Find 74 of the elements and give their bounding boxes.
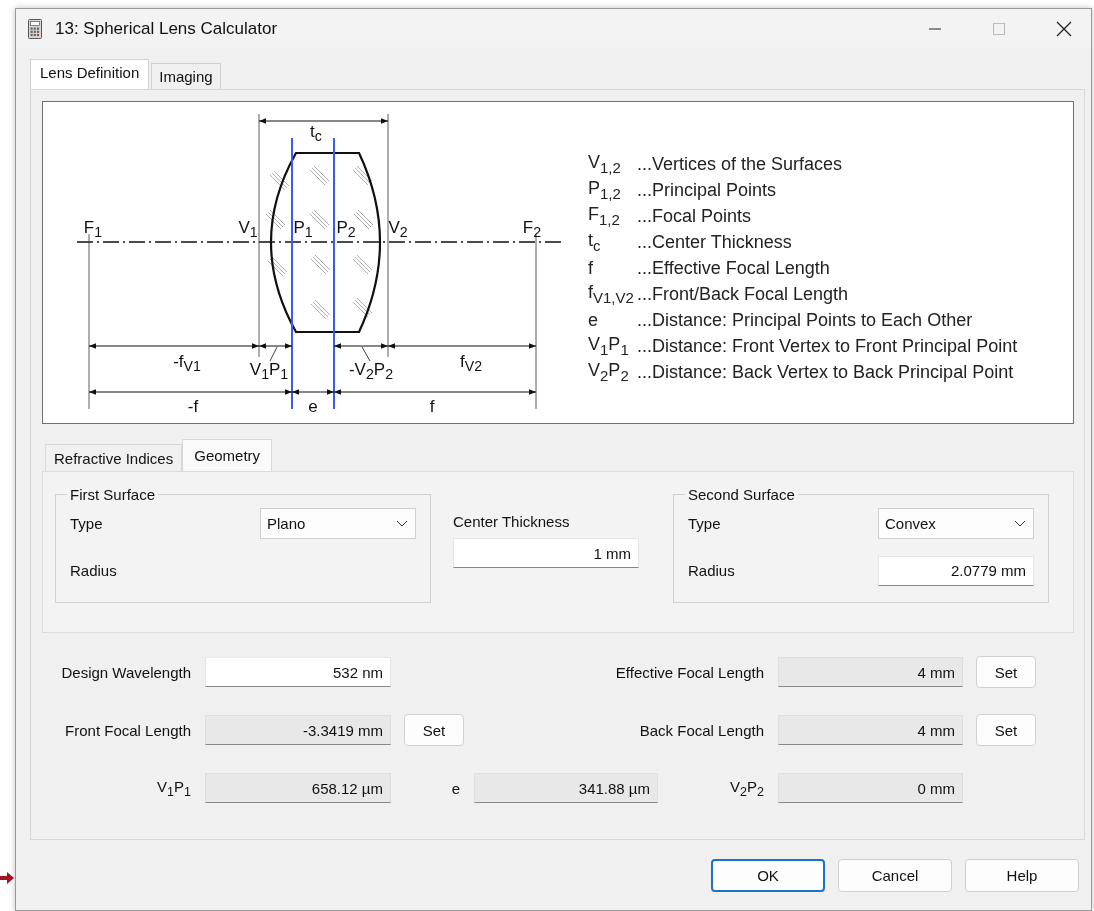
close-icon[interactable] bbox=[1056, 20, 1072, 37]
legend-symbol: F$_{1,2}$ bbox=[588, 204, 621, 228]
tab[interactable]: Geometry bbox=[182, 439, 273, 471]
legend-text: ...Principal Points bbox=[637, 179, 777, 201]
set-button[interactable]: Set bbox=[404, 714, 464, 746]
tab[interactable]: Imaging bbox=[151, 63, 221, 89]
diagram-label: V$_{2}$ bbox=[388, 218, 408, 240]
value-field[interactable]: 4 mm bbox=[778, 715, 963, 745]
value-field[interactable]: -3.3419 mm bbox=[205, 715, 391, 745]
type-label: Type bbox=[70, 515, 103, 532]
maximize-icon[interactable] bbox=[992, 21, 1006, 36]
dialog-button[interactable]: Cancel bbox=[838, 859, 952, 892]
legend-text: ...Vertices of the Surfaces bbox=[637, 153, 843, 175]
diagram-label: -V$_{2}$P$_{2}$ bbox=[348, 360, 394, 382]
legend-text: ...Distance: Front Vertex to Front Principal Point bbox=[637, 335, 1018, 357]
diagram-label: f bbox=[429, 397, 435, 415]
dialog-button[interactable]: Help bbox=[965, 859, 1079, 892]
diagram-label: V$_{1}$ bbox=[238, 218, 258, 240]
legend-symbol: f bbox=[588, 257, 594, 279]
field-label: V$_{1}$P$_{1}$ bbox=[157, 777, 191, 799]
diagram-label: F$_{1}$ bbox=[83, 218, 103, 240]
set-button[interactable]: Set bbox=[976, 714, 1036, 746]
legend-symbol: t$_{c}$ bbox=[588, 230, 602, 254]
chevron-down-icon bbox=[396, 520, 408, 527]
radius-label: Radius bbox=[688, 562, 735, 579]
type-dropdown[interactable]: Plano bbox=[260, 508, 416, 539]
field-label: Front Focal Length bbox=[65, 721, 191, 739]
value-field[interactable]: 4 mm bbox=[778, 657, 963, 687]
value-field[interactable]: 341.88 µm bbox=[474, 773, 658, 803]
diagram-label: P$_{1}$ bbox=[293, 218, 313, 240]
diagram-label: F$_{2}$ bbox=[522, 218, 542, 240]
diagram-label: -f$_{V1}$ bbox=[173, 352, 201, 374]
tab[interactable]: Refractive Indices bbox=[45, 444, 183, 471]
center-thickness-label: Center Thickness bbox=[453, 513, 571, 530]
legend-text: ...Distance: Principal Points to Each Other bbox=[637, 309, 973, 331]
field-label: Back Focal Length bbox=[639, 721, 764, 739]
legend-text: ...Focal Points bbox=[637, 205, 752, 227]
legend-text: ...Front/Back Focal Length bbox=[637, 283, 849, 305]
center-thickness-field[interactable]: 1 mm bbox=[453, 538, 639, 568]
type-label: Type bbox=[688, 515, 721, 532]
diagram-label: e bbox=[308, 397, 318, 415]
pointer-arrow-icon bbox=[0, 871, 14, 885]
group-title: First Surface bbox=[70, 486, 156, 503]
window-title: 13: Spherical Lens Calculator bbox=[55, 18, 278, 39]
field-label: Effective Focal Length bbox=[615, 663, 764, 681]
legend-text: ...Effective Focal Length bbox=[637, 257, 830, 279]
value-field[interactable]: 532 nm bbox=[205, 657, 391, 687]
calculator-icon bbox=[28, 18, 42, 39]
chevron-down-icon bbox=[1014, 520, 1026, 527]
value-field[interactable]: 658.12 µm bbox=[205, 773, 391, 803]
dialog-button[interactable]: OK bbox=[711, 859, 825, 892]
legend-text: ...Distance: Back Vertex to Back Principal Point bbox=[637, 361, 1014, 383]
diagram-label: -f bbox=[187, 397, 199, 415]
legend-symbol: V$_{1,2}$ bbox=[588, 152, 622, 176]
legend-symbol: P$_{1,2}$ bbox=[588, 178, 622, 202]
radius-label: Radius bbox=[70, 562, 117, 579]
legend-symbol: e bbox=[588, 309, 599, 331]
radius-field[interactable]: 2.0779 mm bbox=[878, 555, 1034, 586]
legend-text: ...Center Thickness bbox=[637, 231, 792, 253]
legend-symbol: V$_{1}$P$_{1}$ bbox=[588, 334, 630, 358]
field-label: V$_{2}$P$_{2}$ bbox=[730, 777, 764, 799]
diagram-label: V$_{1}$P$_{1}$ bbox=[249, 360, 289, 382]
legend-symbol: f$_{V1,V2}$ bbox=[588, 282, 635, 306]
set-button[interactable]: Set bbox=[976, 656, 1036, 688]
group-title: Second Surface bbox=[688, 486, 795, 503]
legend-symbol: V$_{2}$P$_{2}$ bbox=[588, 360, 630, 384]
diagram-label: f$_{V2}$ bbox=[459, 352, 483, 374]
field-label: Design Wavelength bbox=[61, 663, 191, 681]
diagram-label: P$_{2}$ bbox=[336, 218, 356, 240]
value-field[interactable]: 0 mm bbox=[778, 773, 963, 803]
tab[interactable]: Lens Definition bbox=[30, 59, 150, 89]
type-dropdown[interactable]: Convex bbox=[878, 508, 1034, 539]
diagram-label: t$_{c}$ bbox=[310, 122, 322, 144]
field-label: e bbox=[451, 779, 460, 797]
